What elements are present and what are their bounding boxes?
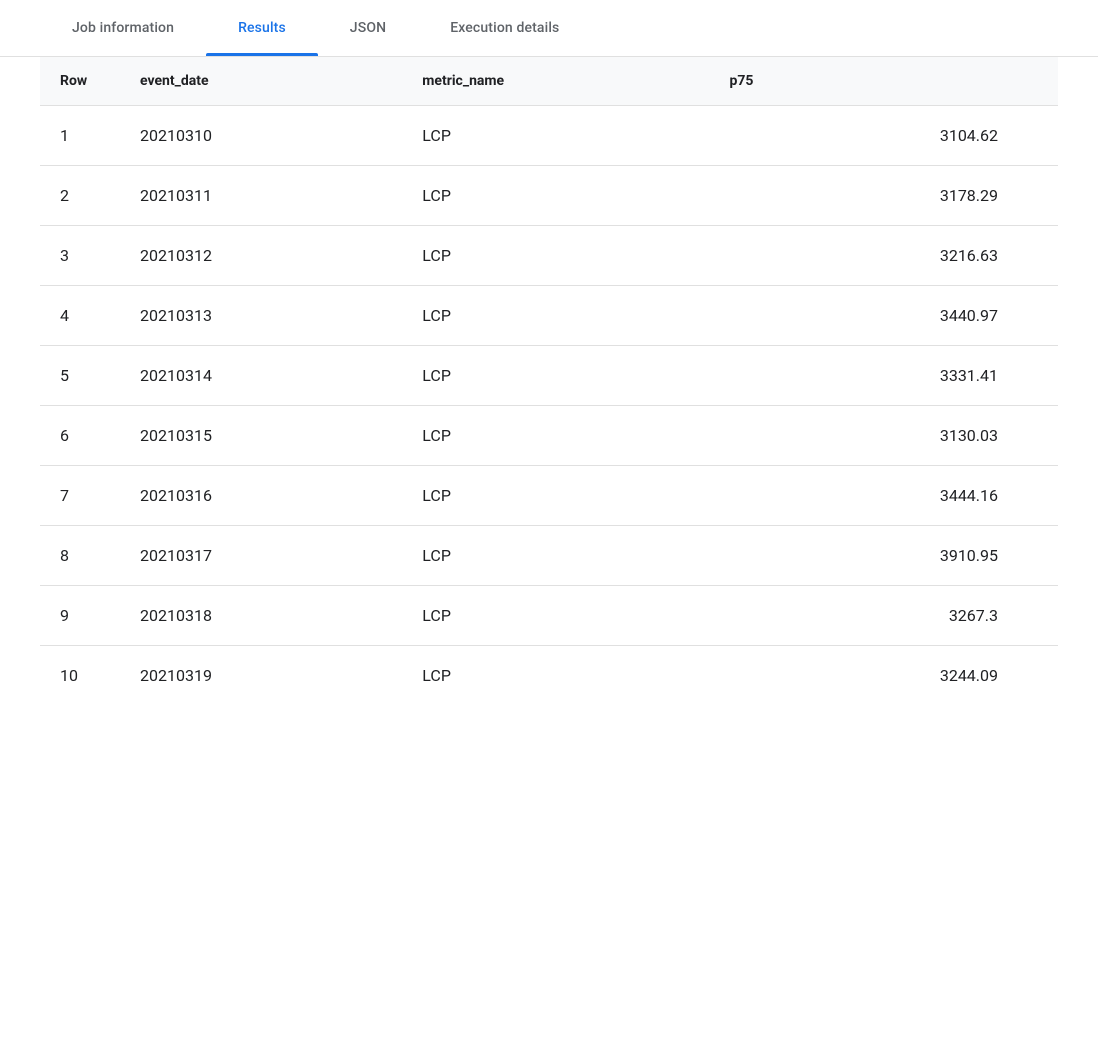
table-header-row: Row event_date metric_name p75 bbox=[40, 57, 1058, 106]
cell-row-number: 7 bbox=[40, 466, 120, 526]
cell-metric-name: LCP bbox=[402, 586, 709, 646]
col-header-p75: p75 bbox=[710, 57, 1059, 106]
cell-p75: 3216.63 bbox=[710, 226, 1059, 286]
cell-row-number: 2 bbox=[40, 166, 120, 226]
cell-event-date: 20210312 bbox=[120, 226, 402, 286]
table-row: 1020210319LCP3244.09 bbox=[40, 646, 1058, 706]
cell-event-date: 20210314 bbox=[120, 346, 402, 406]
cell-metric-name: LCP bbox=[402, 166, 709, 226]
col-header-row: Row bbox=[40, 57, 120, 106]
cell-metric-name: LCP bbox=[402, 226, 709, 286]
cell-p75: 3178.29 bbox=[710, 166, 1059, 226]
cell-metric-name: LCP bbox=[402, 406, 709, 466]
cell-p75: 3910.95 bbox=[710, 526, 1059, 586]
cell-event-date: 20210310 bbox=[120, 106, 402, 166]
table-row: 620210315LCP3130.03 bbox=[40, 406, 1058, 466]
cell-row-number: 6 bbox=[40, 406, 120, 466]
table-row: 220210311LCP3178.29 bbox=[40, 166, 1058, 226]
tab-results[interactable]: Results bbox=[206, 0, 318, 56]
cell-row-number: 1 bbox=[40, 106, 120, 166]
cell-event-date: 20210317 bbox=[120, 526, 402, 586]
cell-p75: 3130.03 bbox=[710, 406, 1059, 466]
cell-row-number: 4 bbox=[40, 286, 120, 346]
cell-metric-name: LCP bbox=[402, 466, 709, 526]
results-table-container: Row event_date metric_name p75 120210310… bbox=[0, 57, 1098, 705]
cell-metric-name: LCP bbox=[402, 526, 709, 586]
cell-row-number: 10 bbox=[40, 646, 120, 706]
tab-job-information[interactable]: Job information bbox=[40, 0, 206, 56]
cell-event-date: 20210316 bbox=[120, 466, 402, 526]
cell-p75: 3331.41 bbox=[710, 346, 1059, 406]
cell-event-date: 20210313 bbox=[120, 286, 402, 346]
cell-p75: 3440.97 bbox=[710, 286, 1059, 346]
table-row: 720210316LCP3444.16 bbox=[40, 466, 1058, 526]
col-header-event-date: event_date bbox=[120, 57, 402, 106]
col-header-metric-name: metric_name bbox=[402, 57, 709, 106]
cell-event-date: 20210318 bbox=[120, 586, 402, 646]
tabs-bar: Job information Results JSON Execution d… bbox=[0, 0, 1098, 57]
cell-event-date: 20210315 bbox=[120, 406, 402, 466]
cell-row-number: 8 bbox=[40, 526, 120, 586]
cell-metric-name: LCP bbox=[402, 286, 709, 346]
cell-p75: 3444.16 bbox=[710, 466, 1059, 526]
cell-event-date: 20210311 bbox=[120, 166, 402, 226]
table-row: 520210314LCP3331.41 bbox=[40, 346, 1058, 406]
cell-metric-name: LCP bbox=[402, 346, 709, 406]
cell-metric-name: LCP bbox=[402, 646, 709, 706]
table-row: 420210313LCP3440.97 bbox=[40, 286, 1058, 346]
cell-row-number: 9 bbox=[40, 586, 120, 646]
table-header: Row event_date metric_name p75 bbox=[40, 57, 1058, 106]
table-row: 120210310LCP3104.62 bbox=[40, 106, 1058, 166]
tab-json[interactable]: JSON bbox=[318, 0, 418, 56]
cell-p75: 3104.62 bbox=[710, 106, 1059, 166]
cell-event-date: 20210319 bbox=[120, 646, 402, 706]
cell-metric-name: LCP bbox=[402, 106, 709, 166]
cell-row-number: 3 bbox=[40, 226, 120, 286]
table-body: 120210310LCP3104.62220210311LCP3178.2932… bbox=[40, 106, 1058, 706]
tab-execution-details[interactable]: Execution details bbox=[418, 0, 591, 56]
table-row: 820210317LCP3910.95 bbox=[40, 526, 1058, 586]
table-row: 920210318LCP3267.3 bbox=[40, 586, 1058, 646]
results-table: Row event_date metric_name p75 120210310… bbox=[40, 57, 1058, 705]
table-row: 320210312LCP3216.63 bbox=[40, 226, 1058, 286]
cell-p75: 3244.09 bbox=[710, 646, 1059, 706]
cell-p75: 3267.3 bbox=[710, 586, 1059, 646]
cell-row-number: 5 bbox=[40, 346, 120, 406]
